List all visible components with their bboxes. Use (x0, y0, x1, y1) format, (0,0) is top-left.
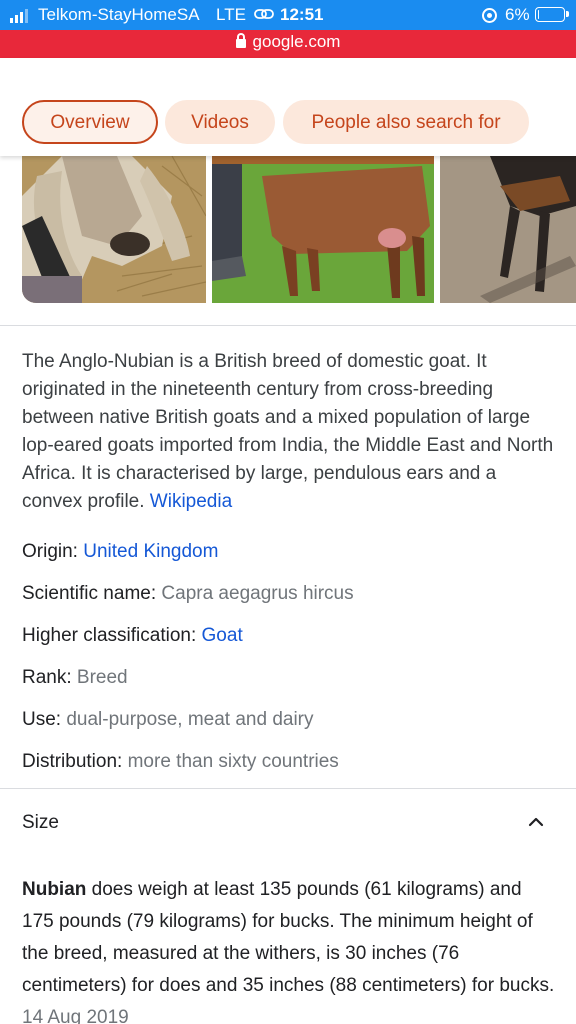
battery-percent: 6% (505, 5, 530, 24)
size-section-heading[interactable]: Size (22, 812, 59, 834)
goat-image-3[interactable] (440, 156, 576, 303)
link-icon (254, 9, 274, 19)
wikipedia-link[interactable]: Wikipedia (150, 491, 232, 512)
knowledge-panel-tabs: Overview Videos People also search for (0, 58, 576, 156)
fact-value-link[interactable]: Goat (202, 625, 243, 646)
fact-value: Capra aegagrus hircus (161, 583, 354, 604)
fact-rank: Rank: Breed (22, 664, 128, 692)
size-snippet: Nubian does weigh at least 135 pounds (6… (22, 874, 557, 1024)
divider (0, 788, 576, 789)
fact-label: Scientific name: (22, 583, 157, 604)
size-subject: Nubian (22, 879, 87, 900)
fact-value: Breed (76, 667, 128, 688)
status-bar: Telkom-StayHomeSA LTE 12:51 6% (0, 0, 576, 30)
goat-image-1[interactable] (22, 156, 206, 303)
goat-image-2[interactable] (212, 156, 434, 303)
orientation-lock-icon (482, 8, 497, 23)
divider (0, 325, 576, 326)
url-domain: google.com (252, 32, 341, 51)
battery-icon (535, 7, 569, 22)
fact-label: Higher classification: (22, 625, 197, 646)
tab-people-also-search-for[interactable]: People also search for (283, 100, 529, 144)
tab-videos[interactable]: Videos (165, 100, 275, 144)
description-text: The Anglo-Nubian is a British breed of d… (22, 351, 554, 512)
fact-label: Rank: (22, 667, 72, 688)
snippet-date: 14 Aug 2019 (22, 1007, 129, 1024)
fact-higher-classification: Higher classification: Goat (22, 622, 243, 650)
image-gallery (22, 156, 576, 303)
entity-description: The Anglo-Nubian is a British breed of d… (22, 348, 557, 516)
fact-value: more than sixty countries (127, 751, 339, 772)
fact-scientific-name: Scientific name: Capra aegagrus hircus (22, 580, 354, 608)
size-text: does weigh at least 135 pounds (61 kilog… (22, 879, 555, 996)
fact-label: Distribution: (22, 751, 123, 772)
lock-icon (235, 33, 246, 48)
chevron-up-icon[interactable] (528, 814, 544, 830)
fact-label: Use: (22, 709, 62, 730)
fact-value: dual-purpose, meat and dairy (66, 709, 314, 730)
address-bar[interactable]: google.com (0, 30, 576, 58)
signal-icon (10, 9, 28, 23)
tab-overview[interactable]: Overview (22, 100, 158, 144)
network-type: LTE (216, 5, 246, 24)
fact-value-link[interactable]: United Kingdom (83, 541, 218, 562)
carrier-name: Telkom-StayHomeSA (38, 5, 200, 24)
fact-label: Origin: (22, 541, 78, 562)
fact-use: Use: dual-purpose, meat and dairy (22, 706, 314, 734)
fact-origin: Origin: United Kingdom (22, 538, 218, 566)
fact-distribution: Distribution: more than sixty countries (22, 748, 339, 776)
clock: 12:51 (280, 5, 324, 24)
